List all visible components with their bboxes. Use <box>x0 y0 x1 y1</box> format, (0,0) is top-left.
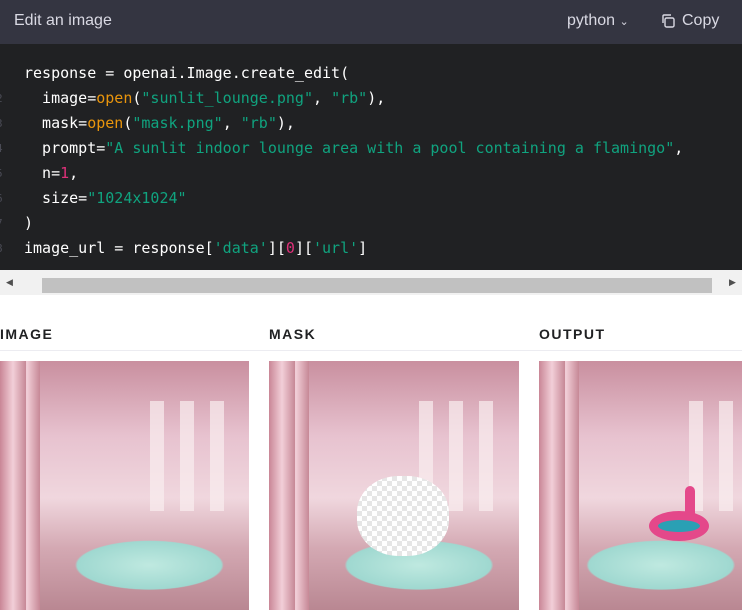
horizontal-scrollbar[interactable]: ◀ ▶ <box>0 270 742 295</box>
line-number: 8 <box>0 236 3 261</box>
code-block[interactable]: response = openai.Image.create_edit( ima… <box>0 44 742 270</box>
line-number: 4 <box>0 136 3 161</box>
output-image <box>539 361 742 610</box>
mask-label: MASK <box>269 326 317 342</box>
divider <box>0 350 742 351</box>
line-number: 7 <box>0 211 3 236</box>
line-number: 5 <box>0 161 3 186</box>
code-title: Edit an image <box>14 12 112 29</box>
language-selector[interactable]: python ⌄ <box>567 12 629 30</box>
copy-label: Copy <box>682 12 720 29</box>
code-line: n=1, <box>24 164 79 182</box>
output-label: OUTPUT <box>539 326 606 342</box>
flamingo-float <box>649 511 709 541</box>
copy-icon <box>662 14 675 28</box>
code-line: response = openai.Image.create_edit( <box>24 64 350 82</box>
line-number: 6 <box>0 186 3 211</box>
code-line: ) <box>24 214 34 232</box>
mask-image <box>269 361 519 610</box>
chevron-down-icon: ⌄ <box>619 16 629 28</box>
input-image <box>0 361 249 610</box>
image-label: IMAGE <box>0 326 54 342</box>
transparent-mask-region <box>357 476 449 556</box>
code-line: mask=open("mask.png", "rb"), <box>24 114 295 132</box>
code-line: image_url = response['data'][0]['url'] <box>24 239 368 257</box>
code-header: Edit an image python ⌄ Copy <box>0 0 742 44</box>
line-number: 3 <box>0 111 3 136</box>
line-number: 2 <box>0 86 3 111</box>
scroll-left-arrow-icon[interactable]: ◀ <box>6 277 13 288</box>
code-line: prompt="A sunlit indoor lounge area with… <box>24 139 684 157</box>
copy-button[interactable]: Copy <box>660 12 719 30</box>
code-line: size="1024x1024" <box>24 189 187 207</box>
scrollbar-thumb[interactable] <box>42 278 712 293</box>
scroll-right-arrow-icon[interactable]: ▶ <box>729 277 736 288</box>
code-line: image=open("sunlit_lounge.png", "rb"), <box>24 89 386 107</box>
language-label: python <box>567 12 616 29</box>
